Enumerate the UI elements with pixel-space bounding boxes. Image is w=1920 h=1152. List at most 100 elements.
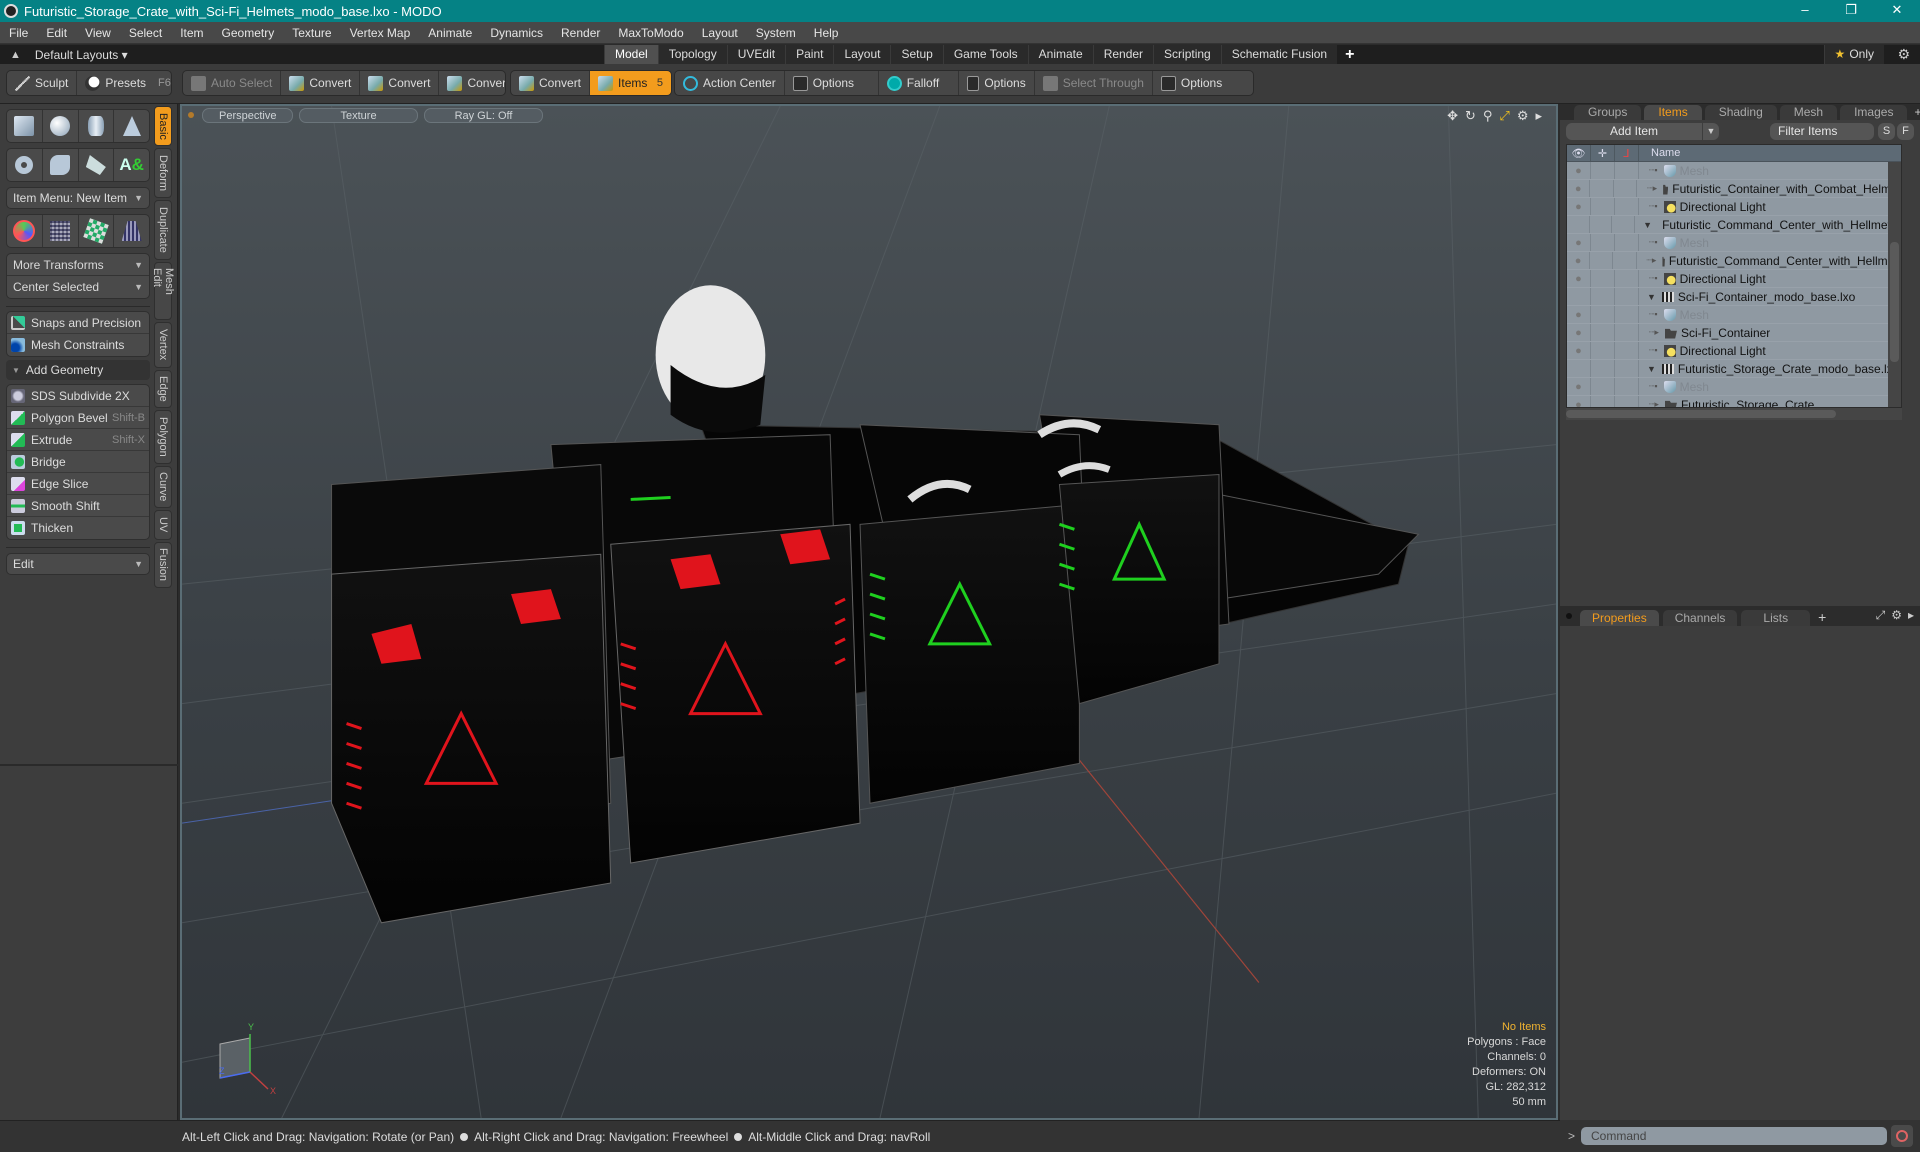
expand-arrow-icon[interactable]: ┈▸: [1647, 255, 1657, 266]
visibility-eye-icon[interactable]: ●: [1567, 180, 1591, 197]
shading-dropdown[interactable]: Texture: [299, 107, 418, 123]
cylinder-tool[interactable]: [79, 110, 115, 142]
tab-model[interactable]: Model: [604, 45, 658, 64]
maximize-button[interactable]: ❐: [1828, 0, 1874, 22]
tab-setup[interactable]: Setup: [890, 45, 943, 64]
axis-cell[interactable]: [1615, 396, 1639, 407]
tab-game-tools[interactable]: Game Tools: [942, 45, 1028, 64]
tab-schematic-fusion[interactable]: Schematic Fusion: [1220, 45, 1338, 64]
axis-cell[interactable]: [1613, 252, 1637, 269]
vtab-fusion[interactable]: Fusion: [154, 542, 172, 588]
item-list-scrollbar[interactable]: [1888, 162, 1901, 407]
vtab-basic[interactable]: Basic: [154, 106, 172, 146]
lock-column-icon[interactable]: ✛: [1591, 145, 1615, 161]
tab-lists[interactable]: Lists: [1741, 610, 1811, 626]
tab-images[interactable]: Images: [1840, 105, 1908, 120]
lock-cell[interactable]: [1591, 396, 1615, 407]
visibility-eye-icon[interactable]: ●: [1567, 198, 1591, 215]
item-row-folder[interactable]: ● ┈▸ Futuristic_Container_with_Combat_Helm…: [1567, 180, 1901, 198]
viewport-menu-dot[interactable]: [188, 112, 194, 118]
add-item-button[interactable]: Add Item: [1566, 123, 1702, 140]
falloff-button[interactable]: Falloff: [879, 71, 959, 95]
spiral-tool[interactable]: [43, 149, 79, 181]
expand-triangle-icon[interactable]: ▼: [1643, 220, 1652, 230]
lock-cell[interactable]: [1591, 342, 1615, 359]
convert-edges-button[interactable]: Convert: [360, 71, 440, 95]
select-through-button[interactable]: Select Through: [1035, 71, 1153, 95]
pen-tool[interactable]: [79, 149, 115, 181]
menu-item[interactable]: Item: [171, 26, 212, 40]
expand-panel-icon[interactable]: ⤢: [1876, 608, 1886, 623]
pan-icon[interactable]: ✥: [1447, 108, 1458, 124]
convert-vertices-button[interactable]: Convert: [281, 71, 361, 95]
vtab-duplicate[interactable]: Duplicate: [154, 200, 172, 260]
filter-items-input[interactable]: Filter Items: [1770, 123, 1874, 140]
transform-tool[interactable]: [7, 215, 43, 247]
tab-groups[interactable]: Groups: [1574, 105, 1642, 120]
gear-icon[interactable]: ⚙: [1897, 46, 1910, 63]
visibility-eye-icon[interactable]: ●: [1567, 324, 1591, 341]
axis-cell[interactable]: [1615, 324, 1639, 341]
lock-cell[interactable]: [1590, 216, 1613, 233]
vtab-uv[interactable]: UV: [154, 510, 172, 540]
command-input[interactable]: Command: [1581, 1127, 1888, 1145]
visibility-eye-icon[interactable]: ●: [1567, 306, 1591, 323]
lock-cell[interactable]: [1590, 180, 1614, 197]
axis-cell[interactable]: [1615, 306, 1639, 323]
tab-scripting[interactable]: Scripting: [1153, 45, 1221, 64]
lock-cell[interactable]: [1591, 234, 1615, 251]
tab-mesh[interactable]: Mesh ...: [1779, 105, 1838, 134]
menu-select[interactable]: Select: [120, 26, 171, 40]
tab-items[interactable]: Items: [1644, 105, 1702, 120]
menu-layout[interactable]: Layout: [693, 26, 747, 40]
axis-cell[interactable]: [1615, 342, 1639, 359]
hscrollbar-thumb[interactable]: [1566, 410, 1836, 418]
lock-cell[interactable]: [1590, 252, 1614, 269]
menu-vertex-map[interactable]: Vertex Map: [341, 26, 420, 40]
text-tool[interactable]: A&: [114, 149, 149, 181]
vtab-deform[interactable]: Deform: [154, 148, 172, 198]
mesh-constraints-button[interactable]: Mesh Constraints: [7, 334, 149, 356]
minimize-button[interactable]: –: [1782, 0, 1828, 22]
axis-cell[interactable]: [1615, 270, 1639, 287]
visibility-eye-icon[interactable]: [1567, 360, 1591, 377]
item-row-light[interactable]: ● ┈▪ Directional Light: [1567, 270, 1901, 288]
vtab-polygon[interactable]: Polygon: [154, 410, 172, 464]
auto-select-button[interactable]: Auto Select: [183, 71, 282, 95]
panel-gear-icon[interactable]: ⚙: [1891, 608, 1902, 623]
tab-paint[interactable]: Paint: [785, 45, 834, 64]
falloff-options-button[interactable]: Options: [959, 71, 1035, 95]
item-row-mesh[interactable]: ● ┈▪ Mesh: [1567, 306, 1901, 324]
item-row-scene[interactable]: ▼ Sci-Fi_Container_modo_base.lxo: [1567, 288, 1901, 306]
menu-edit[interactable]: Edit: [37, 26, 76, 40]
sds-subdivide-button[interactable]: SDS Subdivide 2X: [7, 385, 149, 407]
taper-tool[interactable]: [114, 215, 149, 247]
tab-shading[interactable]: Shading: [1704, 105, 1777, 120]
axis-cell[interactable]: [1615, 162, 1639, 179]
menu-dynamics[interactable]: Dynamics: [481, 26, 552, 40]
tab-layout[interactable]: Layout: [833, 45, 891, 64]
viewport-settings-icon[interactable]: ⚙: [1517, 108, 1529, 124]
menu-file[interactable]: File: [0, 26, 37, 40]
items-mode-button[interactable]: Items 5: [590, 71, 671, 95]
add-tab-button[interactable]: +: [1337, 45, 1362, 64]
menu-geometry[interactable]: Geometry: [213, 26, 284, 40]
cone-tool[interactable]: [114, 110, 149, 142]
lock-cell[interactable]: [1591, 360, 1615, 377]
lock-cell[interactable]: [1591, 288, 1615, 305]
polygon-bevel-button[interactable]: Polygon Bevel Shift-B: [7, 407, 149, 429]
thicken-button[interactable]: Thicken: [7, 517, 149, 539]
visibility-eye-icon[interactable]: ●: [1567, 396, 1591, 407]
add-tab-icon[interactable]: +: [1914, 105, 1920, 120]
item-row-folder[interactable]: ● ┈▸ Futuristic_Storage_Crate: [1567, 396, 1901, 407]
vtab-curve[interactable]: Curve: [154, 466, 172, 508]
only-toggle[interactable]: ★ Only: [1823, 45, 1884, 64]
menu-animate[interactable]: Animate: [419, 26, 481, 40]
lattice-tool[interactable]: [43, 215, 79, 247]
axis-cell[interactable]: [1612, 216, 1636, 233]
menu-help[interactable]: Help: [805, 26, 848, 40]
menu-system[interactable]: System: [747, 26, 805, 40]
visibility-eye-icon[interactable]: ●: [1567, 378, 1591, 395]
scrollbar-thumb[interactable]: [1890, 242, 1899, 362]
extrude-button[interactable]: Extrude Shift-X: [7, 429, 149, 451]
